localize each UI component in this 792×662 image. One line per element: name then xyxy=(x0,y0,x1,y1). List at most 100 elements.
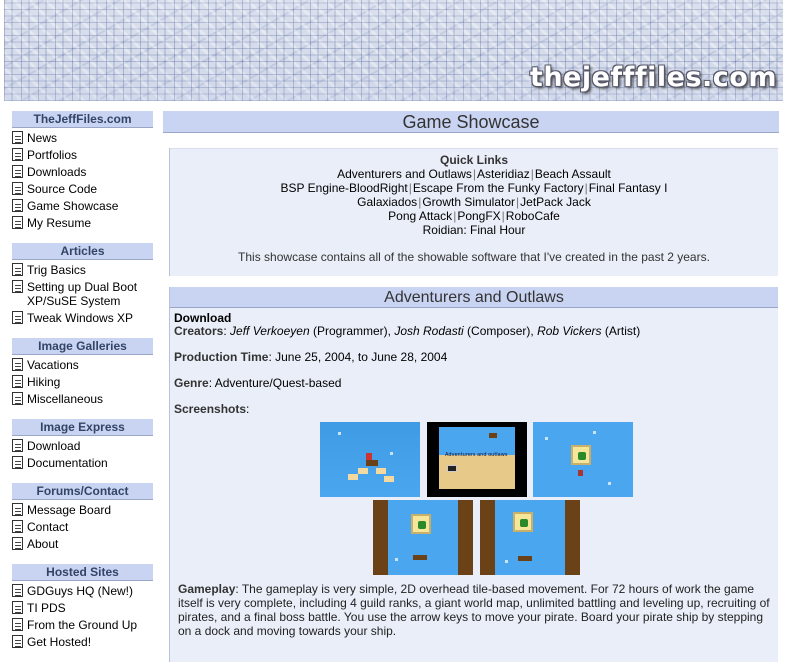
terrain-tile xyxy=(358,468,368,474)
sidebar-link-label: Tweak Windows XP xyxy=(27,311,134,325)
production-time-label: Production Time xyxy=(174,350,269,364)
title-screen: Adventurers and outlaws xyxy=(439,427,515,489)
sidebar-link-label: Download xyxy=(27,439,81,453)
sprite xyxy=(338,432,341,435)
terrain-tile xyxy=(376,468,386,474)
genre-value: Adventure/Quest-based xyxy=(214,376,342,390)
quick-link[interactable]: Asteridiaz xyxy=(477,167,530,181)
quick-links-box: Quick Links Adventurers and Outlaws|Aste… xyxy=(169,148,778,276)
wall-tile xyxy=(565,500,580,575)
sidebar-link[interactable]: Documentation xyxy=(10,456,153,470)
sidebar-link[interactable]: Tweak Windows XP xyxy=(10,311,153,325)
quick-link[interactable]: Adventurers and Outlaws xyxy=(337,167,472,181)
production-time-value: June 25, 2004, to June 28, 2004 xyxy=(275,350,448,364)
site-logo[interactable]: thejefffiles.com xyxy=(530,62,777,93)
screenshot-thumbnail[interactable] xyxy=(373,500,473,575)
sidebar-link[interactable]: Downloads xyxy=(10,165,153,179)
terrain-tile xyxy=(366,460,378,466)
sidebar-link[interactable]: Get Hosted! xyxy=(10,635,153,649)
quick-link[interactable]: Escape From the Funky Factory xyxy=(413,181,584,195)
game-section: Adventurers and Outlaws Download Creator… xyxy=(169,287,778,662)
showcase-description: This showcase contains all of the showab… xyxy=(238,250,710,264)
screenshot-thumbnail[interactable] xyxy=(480,500,580,575)
production-time-field: Production Time: June 25, 2004, to June … xyxy=(174,351,778,364)
sidebar: TheJeffFiles.com News Portfolios Downloads S… xyxy=(10,111,153,662)
quick-link[interactable]: Final Fantasy I xyxy=(589,181,668,195)
screenshot-thumbnail[interactable]: Adventurers and outlaws xyxy=(427,422,527,497)
quick-link[interactable]: RoboCafe xyxy=(506,209,560,223)
quick-link[interactable]: Growth Simulator xyxy=(422,195,515,209)
title-screen-text: Adventurers and outlaws xyxy=(445,452,508,458)
sidebar-link[interactable]: Contact xyxy=(10,520,153,534)
sprite xyxy=(390,452,393,455)
colon: : xyxy=(246,402,250,416)
document-icon xyxy=(12,311,23,324)
document-icon xyxy=(12,439,23,452)
sidebar-link-label: My Resume xyxy=(27,216,92,230)
sidebar-section-title: Image Galleries xyxy=(12,338,153,355)
document-icon xyxy=(12,601,23,614)
player-sprite xyxy=(366,453,372,460)
sprite xyxy=(395,558,398,561)
sidebar-section: Forums/Contact Message Board Contact About xyxy=(10,483,153,551)
sidebar-link[interactable]: About xyxy=(10,537,153,551)
genre-field: Genre: Adventure/Quest-based xyxy=(174,377,778,390)
document-icon xyxy=(12,148,23,161)
sidebar-link[interactable]: TI PDS xyxy=(10,601,153,615)
document-icon xyxy=(12,131,23,144)
screenshot-thumbnail[interactable] xyxy=(533,422,633,497)
sidebar-link[interactable]: Portfolios xyxy=(10,148,153,162)
game-body: Download Creators: Jeff Verkoeyen (Progr… xyxy=(170,308,778,639)
sidebar-link[interactable]: Download xyxy=(10,439,153,453)
sidebar-section-title: TheJeffFiles.com xyxy=(12,111,153,128)
document-icon xyxy=(12,165,23,178)
quick-link[interactable]: JetPack Jack xyxy=(520,195,591,209)
sidebar-link-label: Setting up Dual Boot XP/SuSE System xyxy=(27,280,138,308)
wall-tile xyxy=(480,500,495,575)
document-icon xyxy=(12,618,23,631)
sidebar-link-label: GDGuys HQ (New!) xyxy=(27,584,134,598)
sidebar-link[interactable]: Setting up Dual Boot XP/SuSE System xyxy=(10,280,153,308)
quick-link[interactable]: Roidian: Final Hour xyxy=(423,223,526,237)
quick-link[interactable]: PongFX xyxy=(457,209,500,223)
sidebar-link[interactable]: My Resume xyxy=(10,216,153,230)
document-icon xyxy=(12,263,23,276)
sidebar-link[interactable]: Trig Basics xyxy=(10,263,153,277)
sidebar-link-label: Miscellaneous xyxy=(27,392,104,406)
sidebar-link-label: Message Board xyxy=(27,503,112,517)
creator-role: (Artist) xyxy=(604,324,641,338)
wall-tile xyxy=(458,500,473,575)
sidebar-link[interactable]: News xyxy=(10,131,153,145)
screenshot-thumbnail[interactable] xyxy=(320,422,420,497)
player-sprite xyxy=(578,470,583,476)
quick-links-row: BSP Engine-BloodRight|Escape From the Fu… xyxy=(170,181,778,195)
creator-role: (Composer) xyxy=(467,324,531,338)
sidebar-link[interactable]: Miscellaneous xyxy=(10,392,153,406)
quick-link[interactable]: Pong Attack xyxy=(388,209,452,223)
sidebar-link[interactable]: Game Showcase xyxy=(10,199,153,213)
quick-link[interactable]: Beach Assault xyxy=(535,167,611,181)
sidebar-section: Hosted Sites GDGuys HQ (New!) TI PDS From t… xyxy=(10,564,153,649)
document-icon xyxy=(12,503,23,516)
sidebar-link[interactable]: From the Ground Up xyxy=(10,618,153,632)
quick-links-row: Roidian: Final Hour xyxy=(170,223,778,237)
sidebar-link-label: Downloads xyxy=(27,165,87,179)
sidebar-link[interactable]: Message Board xyxy=(10,503,153,517)
sidebar-link-label: About xyxy=(27,537,59,551)
guild-sign xyxy=(513,512,533,532)
sidebar-link[interactable]: Vacations xyxy=(10,358,153,372)
sprite xyxy=(545,437,548,440)
sprite xyxy=(505,560,508,563)
sidebar-link-label: Contact xyxy=(27,520,69,534)
sidebar-link[interactable]: Hiking xyxy=(10,375,153,389)
sidebar-link-label: Trig Basics xyxy=(27,263,86,277)
sidebar-link[interactable]: GDGuys HQ (New!) xyxy=(10,584,153,598)
quick-link[interactable]: BSP Engine-BloodRight xyxy=(281,181,408,195)
document-icon xyxy=(12,199,23,212)
quick-link[interactable]: Galaxiados xyxy=(357,195,417,209)
sidebar-link-label: Source Code xyxy=(27,182,98,196)
sidebar-link-label: From the Ground Up xyxy=(27,618,138,632)
sidebar-link[interactable]: Source Code xyxy=(10,182,153,196)
guild-sign xyxy=(571,445,591,465)
quick-links-row: Adventurers and Outlaws|Asteridiaz|Beach… xyxy=(170,167,778,181)
